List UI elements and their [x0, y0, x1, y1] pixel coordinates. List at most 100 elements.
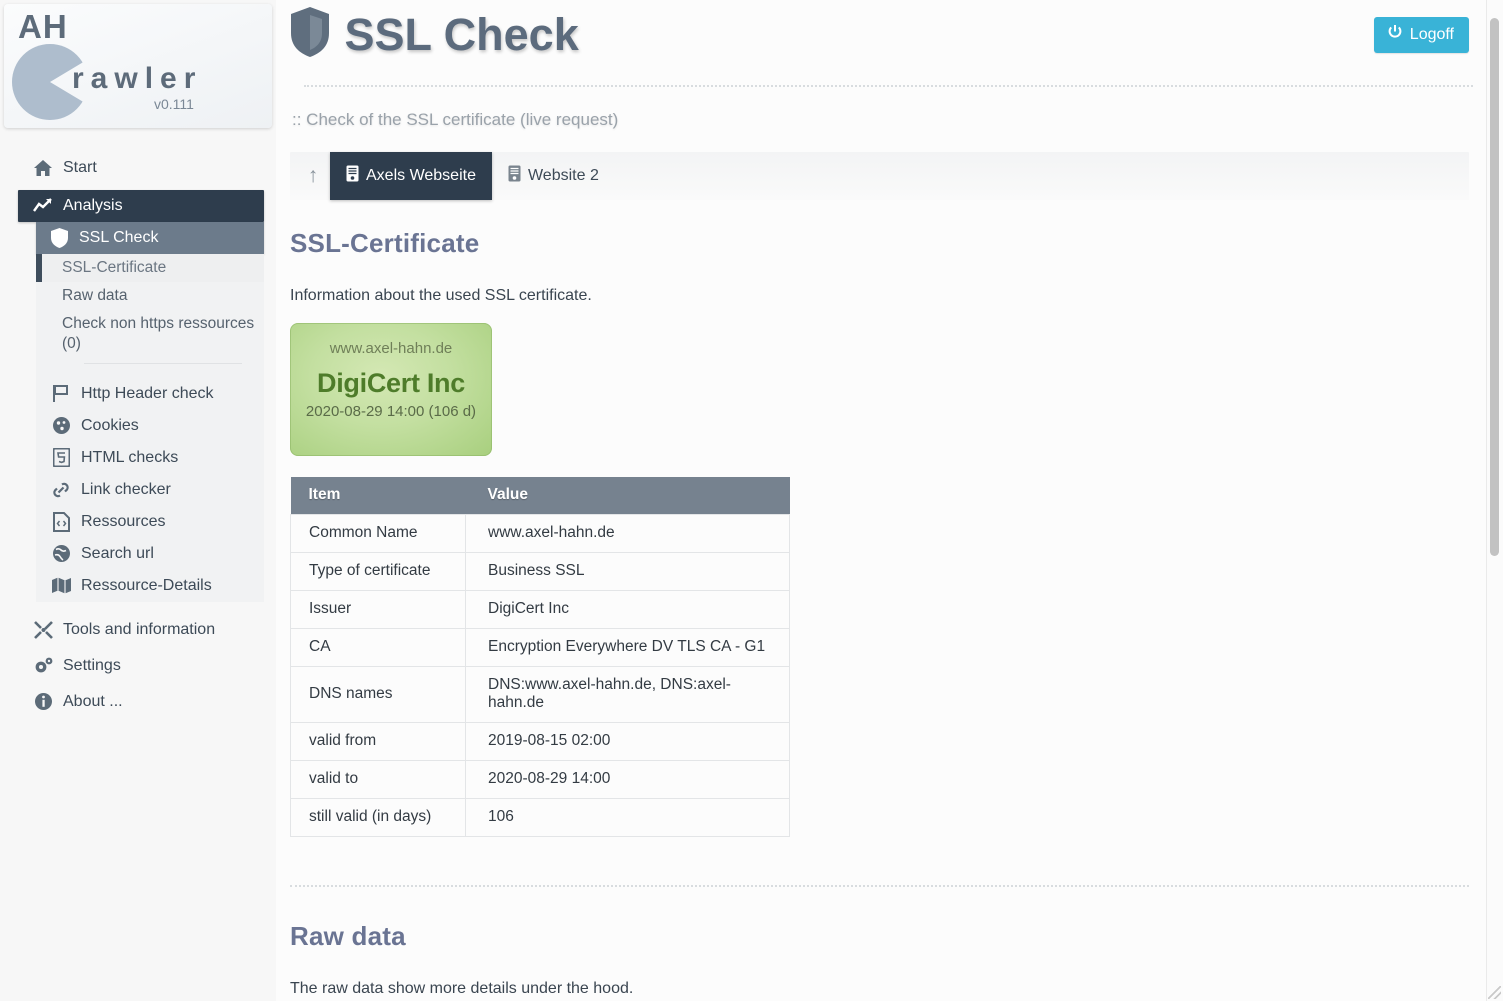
table-row: still valid (in days) 106 [290, 798, 790, 837]
table-cell-value: www.axel-hahn.de [465, 514, 790, 553]
sidebar-bottom-group: Tools and information Settings About ... [0, 612, 276, 720]
sidebar-divider [84, 362, 242, 364]
vertical-scrollbar[interactable] [1486, 0, 1503, 1001]
file-code-icon [50, 511, 72, 532]
table-cell-value: 2019-08-15 02:00 [465, 722, 790, 761]
table-row: Common Name www.axel-hahn.de [290, 514, 790, 553]
logoff-label: Logoff [1409, 25, 1454, 43]
table-row: Issuer DigiCert Inc [290, 590, 790, 629]
tab-label: Website 2 [527, 167, 599, 184]
sidebar-subgroup-ssl: SSL-Certificate Raw data Check non https… [36, 254, 264, 374]
application-window: AH rawler v0.111 Start Analysis SSL Chec… [0, 0, 1503, 1001]
sidebar-subitem-ssl-certificate[interactable]: SSL-Certificate [36, 254, 264, 283]
table-cell-value: 106 [465, 798, 790, 837]
content-body: SSL-Certificate Information about the us… [276, 228, 1503, 998]
certificate-table-body: Common Name www.axel-hahn.de Type of cer… [290, 514, 790, 837]
sidebar-item-label: Http Header check [81, 384, 214, 402]
page-header: SSL Check Logoff [276, 0, 1503, 87]
table-cell-item: Type of certificate [290, 552, 466, 591]
table-header-row: Item Value [290, 477, 790, 515]
table-cell-value: 2020-08-29 14:00 [465, 760, 790, 799]
logo-ah-text: AH [18, 8, 68, 45]
table-cell-item: Common Name [290, 514, 466, 553]
chart-line-icon [32, 198, 54, 214]
html5-icon [50, 448, 72, 468]
sidebar: AH rawler v0.111 Start Analysis SSL Chec… [0, 0, 276, 1001]
sidebar-item-about[interactable]: About ... [0, 684, 276, 720]
sidebar-item-start[interactable]: Start [0, 152, 276, 184]
tab-bar: ↑ Axels Webseite Website 2 [290, 152, 1469, 200]
table-row: DNS names DNS:www.axel-hahn.de, DNS:axel… [290, 666, 790, 723]
sidebar-item-link-checker[interactable]: Link checker [36, 474, 264, 506]
sidebar-item-ressource-details[interactable]: Ressource-Details [36, 570, 264, 602]
certificate-badge: www.axel-hahn.de DigiCert Inc 2020-08-29… [290, 323, 492, 456]
sidebar-item-ssl-check[interactable]: SSL Check [36, 222, 264, 254]
sidebar-item-label: Analysis [63, 197, 123, 214]
map-icon [50, 576, 72, 595]
table-row: valid to 2020-08-29 14:00 [290, 760, 790, 799]
logoff-button[interactable]: Logoff [1373, 17, 1469, 53]
sidebar-item-settings[interactable]: Settings [0, 648, 276, 684]
table-cell-value: Business SSL [465, 552, 790, 591]
sidebar-item-search-url[interactable]: Search url [36, 538, 264, 570]
cookie-icon [50, 416, 72, 435]
certificate-valid-until: 2020-08-29 14:00 (106 d) [305, 403, 477, 420]
sidebar-item-label: Search url [81, 544, 154, 562]
section-title-ssl-certificate: SSL-Certificate [290, 228, 480, 258]
server-icon [508, 165, 521, 187]
certificate-issuer: DigiCert Inc [317, 368, 465, 398]
table-row: CA Encryption Everywhere DV TLS CA - G1 [290, 628, 790, 667]
table-cell-value: DNS:www.axel-hahn.de, DNS:axel-hahn.de [465, 666, 790, 723]
sidebar-subitem-raw-data[interactable]: Raw data [36, 282, 264, 310]
sidebar-nav: Start Analysis SSL Check SSL-Certificate… [0, 152, 276, 720]
sidebar-item-ressources[interactable]: Ressources [36, 506, 264, 538]
tab-website-2[interactable]: Website 2 [492, 152, 615, 200]
page-subtitle: :: Check of the SSL certificate (live re… [292, 110, 619, 129]
sidebar-analysis-tools: Http Header check Cookies HTML checks Li… [36, 373, 264, 602]
app-logo[interactable]: AH rawler v0.111 [4, 4, 272, 128]
power-icon [1387, 24, 1403, 45]
certificate-table: Item Value Common Name www.axel-hahn.de … [290, 477, 790, 837]
sidebar-item-analysis[interactable]: Analysis [18, 190, 264, 222]
sidebar-item-label: Tools and information [63, 620, 216, 638]
sidebar-item-label: Ressource-Details [81, 576, 212, 594]
resize-grip-icon[interactable] [1488, 986, 1501, 999]
page-title: SSL Check [344, 8, 579, 60]
logo-version-text: v0.111 [154, 96, 194, 112]
flag-icon [50, 384, 72, 403]
header-divider [304, 85, 1473, 87]
sidebar-item-cookies[interactable]: Cookies [36, 410, 264, 442]
sidebar-item-label: HTML checks [81, 448, 179, 466]
table-header-value: Value [465, 477, 790, 515]
table-cell-value: Encryption Everywhere DV TLS CA - G1 [465, 628, 790, 667]
link-icon [50, 480, 72, 500]
main-content: SSL Check Logoff :: Check of the SSL cer… [276, 0, 1503, 1001]
arrow-up-icon[interactable]: ↑ [296, 164, 330, 188]
sidebar-item-label: Ressources [81, 512, 166, 530]
shield-icon [48, 228, 70, 248]
logo-crawler-text: rawler [72, 62, 203, 95]
table-header-item: Item [290, 477, 466, 515]
tab-axels-webseite[interactable]: Axels Webseite [330, 152, 492, 200]
sidebar-item-label: About ... [63, 692, 123, 710]
sidebar-item-label: Settings [63, 656, 121, 674]
tab-label: Axels Webseite [366, 167, 476, 184]
table-row: Type of certificate Business SSL [290, 552, 790, 591]
sidebar-item-label: Link checker [81, 480, 171, 498]
table-cell-value: DigiCert Inc [465, 590, 790, 629]
table-row: valid from 2019-08-15 02:00 [290, 722, 790, 761]
sidebar-item-html-checks[interactable]: HTML checks [36, 442, 264, 474]
table-cell-item: DNS names [290, 666, 466, 723]
sidebar-item-tools-and-information[interactable]: Tools and information [0, 612, 276, 648]
scrollbar-thumb[interactable] [1490, 18, 1499, 556]
section-divider [290, 885, 1469, 887]
shield-icon [290, 7, 334, 62]
section-intro-raw-data: The raw data show more details under the… [290, 980, 634, 997]
home-icon [32, 159, 54, 177]
sidebar-item-http-header-check[interactable]: Http Header check [36, 378, 264, 410]
table-cell-item: still valid (in days) [290, 798, 466, 837]
tools-icon [32, 620, 54, 640]
section-intro-text: Information about the used SSL certifica… [290, 287, 592, 304]
sidebar-subitem-check-non-https[interactable]: Check non https ressources (0) [36, 310, 264, 358]
certificate-host: www.axel-hahn.de [329, 340, 453, 357]
